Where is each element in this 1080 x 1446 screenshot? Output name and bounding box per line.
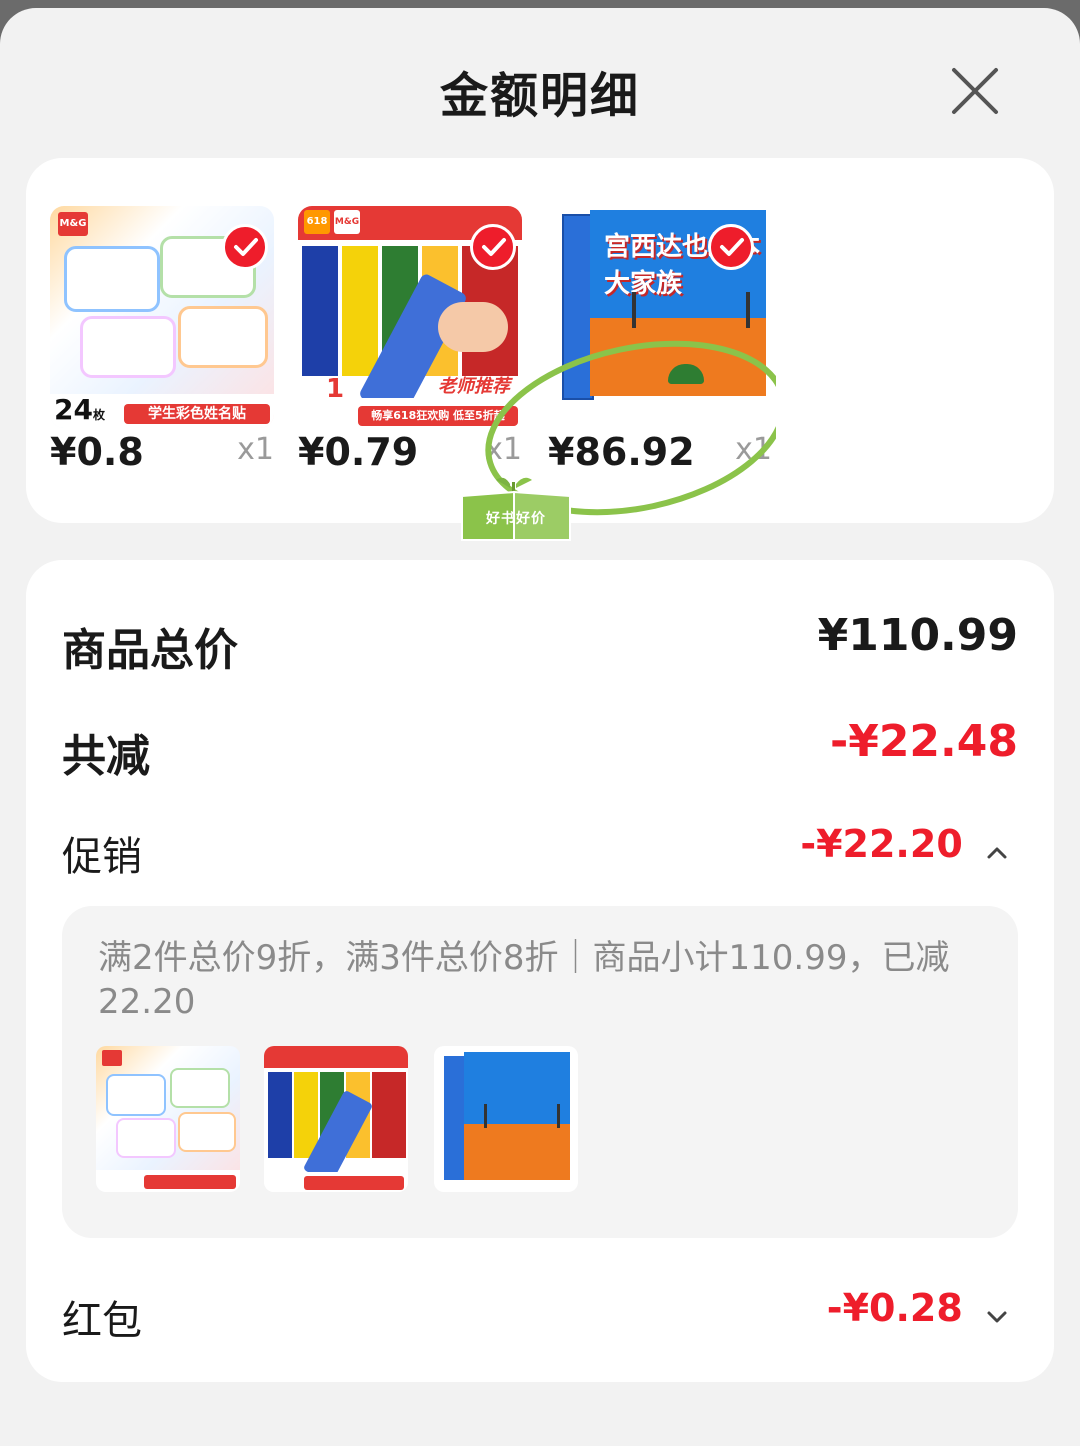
promo-value: -¥22.20 <box>800 822 963 866</box>
promo-detail-box: 满2件总价9折，满3件总价8折｜商品小计110.99，已减22.20 <box>62 906 1018 1238</box>
product-item[interactable]: M&G 24枚 学生彩色姓名贴 ¥0.8 x1 <box>50 206 274 474</box>
badge-label: 好书好价 <box>486 511 546 527</box>
promo-label: 促销 <box>62 834 142 880</box>
products-card: M&G 24枚 学生彩色姓名贴 ¥0.8 x1 618 M&G 1 老师推荐 畅… <box>26 158 1054 541</box>
red-packet-value: -¥0.28 <box>826 1286 963 1330</box>
selected-check-icon[interactable] <box>708 224 754 270</box>
close-icon[interactable] <box>940 56 1010 126</box>
selected-check-icon[interactable] <box>470 224 516 270</box>
red-packet-label: 红包 <box>62 1298 142 1344</box>
promo-detail-text: 满2件总价9折，满3件总价8折｜商品小计110.99，已减22.20 <box>98 938 950 1022</box>
total-price-value: ¥110.99 <box>817 610 1018 661</box>
selected-check-icon[interactable] <box>222 224 268 270</box>
sheet-title: 金额明细 <box>439 68 640 124</box>
red-packet-toggle[interactable]: -¥0.28 <box>827 1286 1008 1333</box>
promo-product-thumb[interactable] <box>96 1046 240 1192</box>
product-price: ¥0.79 <box>298 430 419 474</box>
summary-card: 商品总价 ¥110.99 共减 -¥22.48 促销 -¥22.20 满2件总价… <box>26 560 1054 1382</box>
product-name-banner: 学生彩色姓名贴 <box>124 404 270 424</box>
total-discount-label: 共减 <box>62 731 150 782</box>
chevron-down-icon <box>986 1289 1008 1333</box>
amount-detail-sheet: 金额明细 M&G 24枚 学生彩色姓名贴 ¥0.8 x1 618 M&G 1 老… <box>0 8 1080 1446</box>
product-count-label: 24 <box>54 393 93 426</box>
product-price: ¥0.8 <box>50 430 144 474</box>
promo-toggle[interactable]: -¥22.20 <box>800 822 1008 869</box>
promo-product-thumb[interactable] <box>264 1046 408 1192</box>
product-count-unit: 枚 <box>92 408 105 422</box>
total-price-label: 商品总价 <box>62 625 238 676</box>
promo-product-thumb[interactable] <box>434 1046 578 1192</box>
product-qty: x1 <box>237 432 274 467</box>
chevron-up-icon <box>986 825 1008 869</box>
product-image-name-stickers: M&G 24枚 学生彩色姓名贴 <box>50 206 274 428</box>
total-discount-value: -¥22.48 <box>829 716 1018 767</box>
good-book-badge: 好书好价 <box>458 474 578 544</box>
